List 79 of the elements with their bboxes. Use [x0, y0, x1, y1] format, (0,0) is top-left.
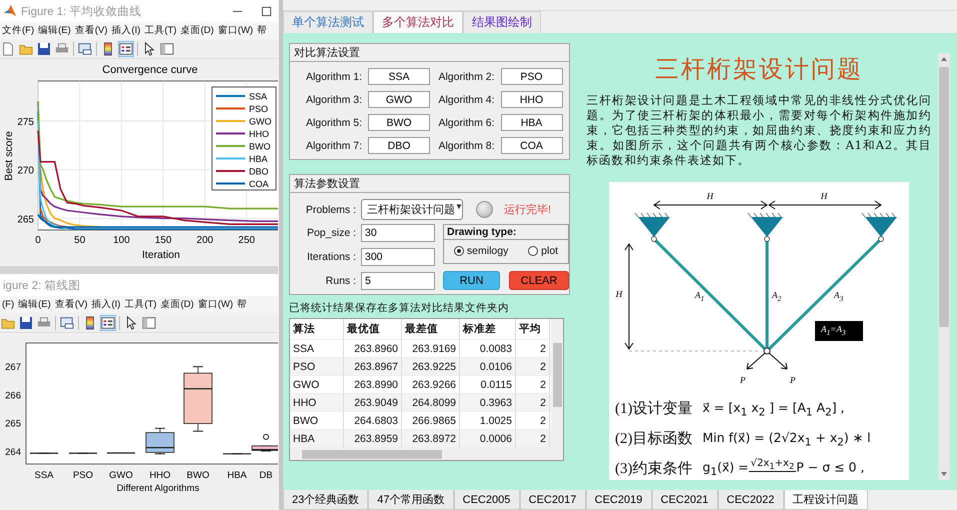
formula: x⃗ = [x$_{1}$ x$_{2}$ ] = [A$_{1}$ A$_{2}$] , [702, 400, 845, 418]
field-label: Algorithm 8: [437, 140, 494, 152]
category-label: PSO [72, 470, 94, 481]
field-label: Algorithm 3: [304, 94, 362, 106]
y-tick-label: 266 [5, 390, 21, 402]
load-label: P [790, 375, 796, 385]
table-cell: 263.8967 [344, 358, 402, 376]
y-tick-label: 265 [5, 418, 21, 430]
status-text: 运行完毕! [504, 202, 552, 217]
category-label: SSA [34, 470, 54, 481]
x-tick-label: 0 [35, 235, 41, 246]
field-label: Pop_size : [306, 227, 356, 239]
field-label: Algorithm 2: [437, 70, 494, 82]
field-label: Algorithm 4: [437, 94, 494, 106]
chart-title: Convergence curve [102, 64, 198, 76]
category-label: GWO [109, 470, 133, 481]
category-label: HBA [227, 470, 247, 481]
y-tick-label: 275 [17, 116, 34, 128]
document-paragraph: 三杆桁架设计问题是土木工程领域中常见的非线性分式优化问题。为了使三杆桁架的体积最小，需要对每个桁架构件施加约束，它包括三种类型的约束，如屈曲约束、挠度约束和应力约束。如图所示，这个问题共有两个核心参数：A1和A2。其目标函数和约束条件表述如下。 [586, 93, 932, 168]
table-cell: 264.8099 [402, 394, 460, 412]
dimension-label: H [706, 191, 714, 201]
member-label: A$_{1}$ [695, 290, 704, 303]
table-cell: HHO [290, 394, 344, 412]
legend-label: PSO [249, 104, 268, 114]
x-tick-label: 200 [196, 235, 214, 246]
table-cell: 263.9225 [402, 358, 460, 376]
x-tick-label: 50 [74, 235, 86, 246]
y-tick-label: 267 [5, 362, 21, 374]
category-label: DB [259, 470, 273, 481]
y-tick-label: 270 [17, 166, 34, 177]
document-title: 三杆桁架设计问题 [655, 54, 863, 85]
window-title: Figure 1: 平均收敛曲线 [21, 4, 143, 18]
formula-label: (1)设计变量 [615, 400, 692, 418]
load-label: P [740, 375, 746, 385]
legend-label: HBA [249, 154, 268, 164]
window-title: igure 2: 箱线图 [3, 278, 82, 292]
dimension-label: H [616, 289, 622, 299]
field-label: Problems : [304, 204, 356, 216]
field-label: Algorithm 7: [304, 140, 362, 152]
radio-label: semilogy [466, 245, 508, 257]
field-label: Iterations : [306, 251, 356, 263]
panel-title: 对比算法设置 [290, 44, 569, 62]
panel-title: 算法参数设置 [290, 175, 569, 193]
diagram-note: A$_{1}$=A$_{3}$ [821, 324, 846, 337]
save-note: 已将统计结果保存在多算法对比结果文件夹内 [289, 301, 510, 315]
category-label: BWO [186, 470, 210, 481]
member-label: A$_{3}$ [834, 290, 844, 303]
y-tick-label: 264 [5, 447, 21, 458]
field-label: Algorithm 1: [304, 70, 362, 82]
table-cell: 2 [516, 394, 550, 412]
field-label: Runs : [324, 275, 356, 287]
field-label: Algorithm 6: [437, 116, 494, 128]
table-cell: 0.0106 [460, 358, 516, 376]
legend-label: GWO [249, 116, 272, 126]
group-title: Drawing type: [444, 225, 568, 240]
field-label: Algorithm 5: [304, 116, 362, 128]
category-label: HHO [149, 470, 171, 481]
radio-label: plot [541, 245, 558, 257]
member-label: A$_{2}$ [772, 290, 782, 303]
x-tick-label: 100 [113, 235, 130, 246]
formula-label: (3)约束条件 [615, 460, 692, 478]
legend-label: COA [249, 179, 269, 189]
formula-label: (2)目标函数 [615, 430, 692, 448]
x-tick-label: 250 [238, 235, 255, 246]
x-tick-label: 150 [154, 235, 172, 246]
formula: Min f(x⃗) = (2√2x$_{1}$ + x$_{2}$) ∗ l [702, 430, 871, 448]
table-cell: 0.3963 [460, 394, 516, 412]
x-axis-label: Iteration [142, 249, 180, 261]
legend-label: BWO [249, 142, 270, 152]
legend-label: HHO [249, 129, 269, 139]
table-cell: 2 [516, 358, 550, 376]
legend-label: SSA [249, 92, 268, 102]
table-cell: 263.9049 [344, 394, 402, 412]
y-axis-label: Best score [3, 131, 15, 181]
legend-label: DBO [249, 166, 269, 176]
table-cell: PSO [290, 358, 344, 376]
dimension-label: H [820, 191, 828, 201]
y-tick-label: 265 [17, 214, 34, 226]
x-axis-label: Different Algorithms [116, 483, 200, 494]
